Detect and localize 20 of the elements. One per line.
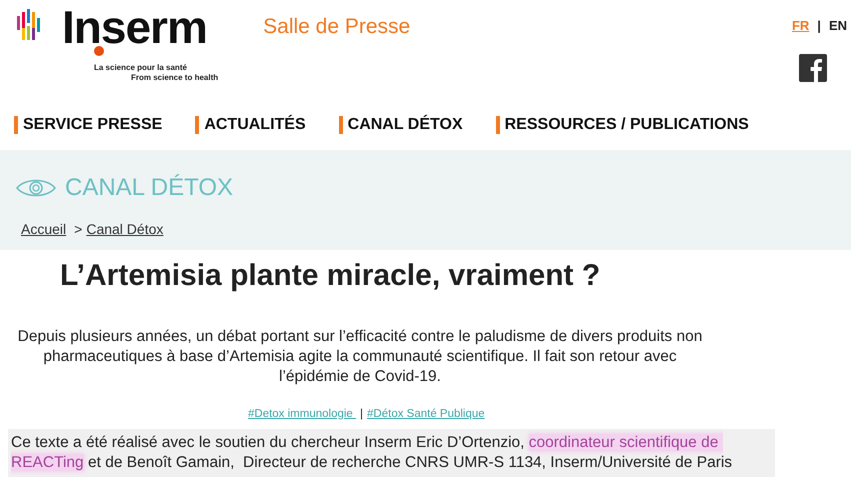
intro-paragraph: Depuis plusieurs années, un débat portant sur l’efficacité contre le paludisme de divers produits non pharmaceutiques à base d’Artemisia agite la communauté scientifique. Il fait son retour avec l’épidémie de Covid-19. (16, 327, 704, 387)
tagline: La science pour la santé (94, 63, 188, 73)
nav-link[interactable]: RESSOURCES / PUBLICATIONS (496, 116, 749, 134)
nav-link[interactable]: CANAL DÉTOX (338, 116, 463, 134)
tag-separator: | (360, 407, 364, 422)
nav-link[interactable]: ACTUALITÉS (195, 116, 306, 134)
breadcrumb-link[interactable]: Accueil (21, 219, 66, 240)
credit-paragraph: Ce texte a été réalisé avec le soutien du chercheur Inserm Eric D’Ortenzio, coordinateur scientifique de REACTing et de Benoît Gamain, Directeur de recherche CNRS UMR-S 1134, Inserm/Université de Paris (8, 429, 775, 477)
logo-dot-icon (94, 46, 104, 56)
section-title: CANAL DÉTOX (65, 173, 234, 203)
tagline: From science to health (131, 73, 218, 83)
language-link[interactable]: EN (828, 16, 847, 36)
separator: | (817, 17, 821, 35)
nav-link[interactable]: SERVICE PRESSE (14, 116, 162, 134)
breadcrumb-separator: > (74, 220, 82, 239)
facebook-icon[interactable] (799, 54, 827, 82)
site-title: Salle de Presse (263, 14, 410, 40)
logo-wordmark: Inserm (62, 4, 208, 50)
breadcrumb-link[interactable]: Canal Détox (86, 219, 164, 240)
article-title: L’Artemisia plante miracle, vraiment ? (60, 258, 602, 294)
